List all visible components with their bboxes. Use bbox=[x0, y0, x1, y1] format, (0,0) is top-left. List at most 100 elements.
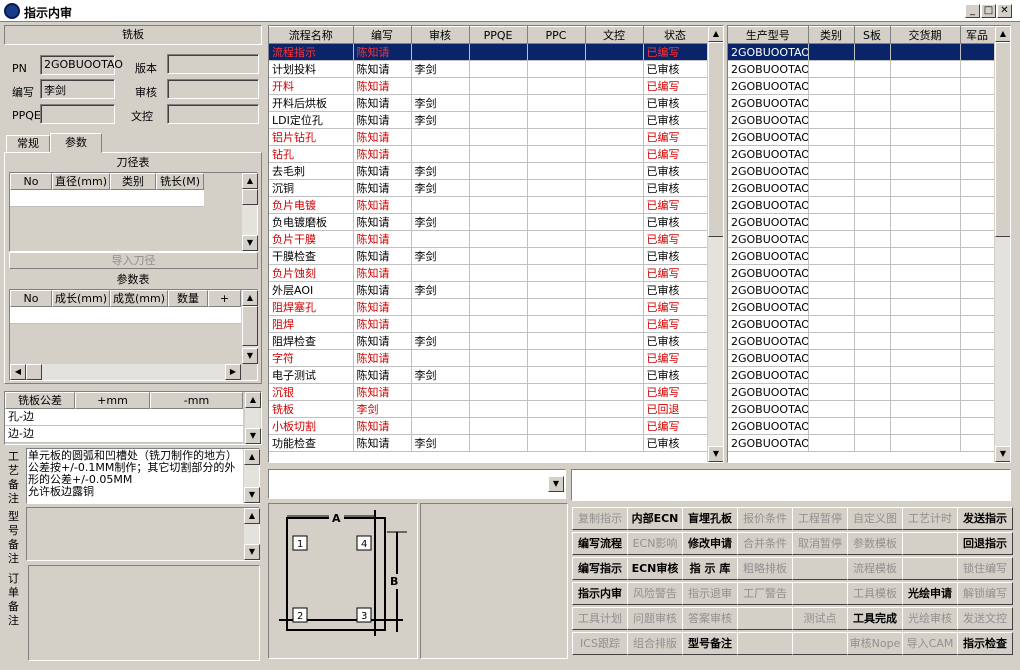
model-cell[interactable] bbox=[960, 332, 995, 350]
scroll-down-icon[interactable]: ▼ bbox=[708, 446, 723, 462]
flow-cell-name[interactable]: 沉银 bbox=[269, 383, 354, 401]
flow-cell-ppqe[interactable] bbox=[469, 315, 528, 333]
action-button[interactable]: 工具完成 bbox=[847, 607, 903, 630]
model-cell[interactable] bbox=[854, 315, 891, 333]
model-cell[interactable] bbox=[808, 213, 855, 231]
flow-cell-editor[interactable]: 陈知请 bbox=[353, 128, 412, 146]
model-cell-number[interactable]: 2GOBUOOTAO bbox=[728, 332, 809, 350]
flow-cell-ppc[interactable] bbox=[527, 128, 586, 146]
doc-field[interactable] bbox=[167, 104, 259, 124]
action-button-empty[interactable] bbox=[902, 532, 958, 555]
flow-cell-doc[interactable] bbox=[585, 281, 644, 299]
flow-cell-ppqe[interactable] bbox=[469, 128, 528, 146]
order-note-box[interactable] bbox=[28, 565, 260, 661]
flow-cell-status[interactable]: 已审核 bbox=[643, 332, 708, 350]
flow-cell-ppqe[interactable] bbox=[469, 230, 528, 248]
info-input[interactable] bbox=[571, 469, 1011, 501]
flow-cell-reviewer[interactable] bbox=[411, 196, 470, 214]
flow-cell-ppqe[interactable] bbox=[469, 417, 528, 435]
flow-cell-ppc[interactable] bbox=[527, 145, 586, 163]
flow-cell-status[interactable]: 已审核 bbox=[643, 247, 708, 265]
model-table-container[interactable]: 生产型号 类别 S板 交货期 军品 2GOBUOOTAO 2GOBUOOTAO 2GOBUO… bbox=[727, 25, 1011, 463]
model-table-scrollbar[interactable]: ▲ ▼ bbox=[994, 26, 1010, 462]
scroll-thumb[interactable] bbox=[242, 189, 258, 205]
pn-field[interactable]: 2GOBUOOTAO bbox=[40, 55, 123, 75]
flow-cell-reviewer[interactable] bbox=[411, 128, 470, 146]
model-cell[interactable] bbox=[960, 349, 995, 367]
model-cell[interactable] bbox=[890, 298, 961, 316]
action-button[interactable]: 报价条件 bbox=[737, 507, 793, 530]
flow-cell-doc[interactable] bbox=[585, 264, 644, 282]
model-row[interactable]: 2GOBUOOTAO bbox=[728, 349, 995, 367]
flow-row[interactable]: 阻焊塞孔 陈知请 已编写 bbox=[269, 298, 708, 316]
flow-col-header[interactable]: 文控 bbox=[585, 26, 644, 44]
model-cell[interactable] bbox=[960, 247, 995, 265]
action-button[interactable]: 导入CAM bbox=[902, 632, 958, 655]
flow-cell-ppc[interactable] bbox=[527, 179, 586, 197]
flow-cell-editor[interactable]: 陈知请 bbox=[353, 43, 412, 61]
model-col-header[interactable]: 生产型号 bbox=[728, 26, 809, 44]
action-button-empty[interactable] bbox=[737, 607, 793, 630]
model-cell[interactable] bbox=[890, 230, 961, 248]
model-row[interactable]: 2GOBUOOTAO bbox=[728, 128, 995, 146]
model-cell-number[interactable]: 2GOBUOOTAO bbox=[728, 366, 809, 384]
flow-cell-ppc[interactable] bbox=[527, 43, 586, 61]
flow-cell-doc[interactable] bbox=[585, 162, 644, 180]
flow-col-header[interactable]: 状态 bbox=[643, 26, 708, 44]
flow-cell-ppqe[interactable] bbox=[469, 145, 528, 163]
flow-col-header[interactable]: PPQE bbox=[469, 26, 528, 44]
flow-cell-status[interactable]: 已审核 bbox=[643, 281, 708, 299]
action-button[interactable]: 工艺计时 bbox=[902, 507, 958, 530]
model-cell[interactable] bbox=[854, 264, 891, 282]
flow-cell-doc[interactable] bbox=[585, 60, 644, 78]
flow-cell-ppqe[interactable] bbox=[469, 77, 528, 95]
model-cell-number[interactable]: 2GOBUOOTAO bbox=[728, 111, 809, 129]
tool-col-type[interactable]: 类别 bbox=[110, 173, 156, 190]
flow-cell-reviewer[interactable]: 李剑 bbox=[411, 94, 470, 112]
action-button[interactable]: 工具计划 bbox=[572, 607, 628, 630]
model-cell[interactable] bbox=[854, 43, 891, 61]
flow-cell-status[interactable]: 已审核 bbox=[643, 366, 708, 384]
flow-cell-status[interactable]: 已编写 bbox=[643, 315, 708, 333]
model-cell[interactable] bbox=[854, 400, 891, 418]
model-cell[interactable] bbox=[854, 196, 891, 214]
param-col-length[interactable]: 成长(mm) bbox=[52, 290, 110, 307]
flow-cell-doc[interactable] bbox=[585, 43, 644, 61]
tolerance-row-edge-edge[interactable]: 边-边 bbox=[5, 426, 243, 443]
action-button[interactable]: 审核Nope bbox=[847, 632, 903, 655]
flow-cell-editor[interactable]: 陈知请 bbox=[353, 247, 412, 265]
action-button[interactable]: 风险警告 bbox=[627, 582, 683, 605]
flow-row[interactable]: 字符 陈知请 已编写 bbox=[269, 349, 708, 367]
flow-cell-status[interactable]: 已审核 bbox=[643, 434, 708, 452]
model-cell[interactable] bbox=[854, 162, 891, 180]
action-button[interactable]: 锁住编写 bbox=[957, 557, 1013, 580]
flow-cell-editor[interactable]: 陈知请 bbox=[353, 94, 412, 112]
flow-cell-ppc[interactable] bbox=[527, 400, 586, 418]
flow-cell-ppc[interactable] bbox=[527, 77, 586, 95]
model-cell[interactable] bbox=[890, 264, 961, 282]
tool-col-diameter[interactable]: 直径(mm) bbox=[52, 173, 110, 190]
flow-cell-status[interactable]: 已编写 bbox=[643, 383, 708, 401]
model-cell[interactable] bbox=[890, 94, 961, 112]
action-button[interactable]: ICS跟踪 bbox=[572, 632, 628, 655]
scroll-thumb[interactable] bbox=[242, 306, 258, 346]
flow-cell-ppqe[interactable] bbox=[469, 60, 528, 78]
flow-cell-ppc[interactable] bbox=[527, 94, 586, 112]
action-button[interactable]: 指示内审 bbox=[572, 582, 628, 605]
model-cell-number[interactable]: 2GOBUOOTAO bbox=[728, 128, 809, 146]
flow-cell-editor[interactable]: 陈知请 bbox=[353, 281, 412, 299]
model-cell[interactable] bbox=[890, 434, 961, 452]
model-row[interactable]: 2GOBUOOTAO bbox=[728, 179, 995, 197]
flow-cell-ppqe[interactable] bbox=[469, 434, 528, 452]
flow-cell-editor[interactable]: 陈知请 bbox=[353, 315, 412, 333]
flow-cell-ppc[interactable] bbox=[527, 366, 586, 384]
flow-cell-editor[interactable]: 陈知请 bbox=[353, 366, 412, 384]
model-cell[interactable] bbox=[808, 77, 855, 95]
flow-row[interactable]: 负片电镀 陈知请 已编写 bbox=[269, 196, 708, 214]
action-button[interactable]: 指示检查 bbox=[957, 632, 1013, 655]
scroll-up-icon[interactable]: ▲ bbox=[995, 26, 1010, 42]
action-button-empty[interactable] bbox=[792, 632, 848, 655]
action-button[interactable]: 发送指示 bbox=[957, 507, 1013, 530]
ppqe-field[interactable] bbox=[40, 104, 115, 124]
flow-col-header[interactable]: 编写 bbox=[353, 26, 412, 44]
